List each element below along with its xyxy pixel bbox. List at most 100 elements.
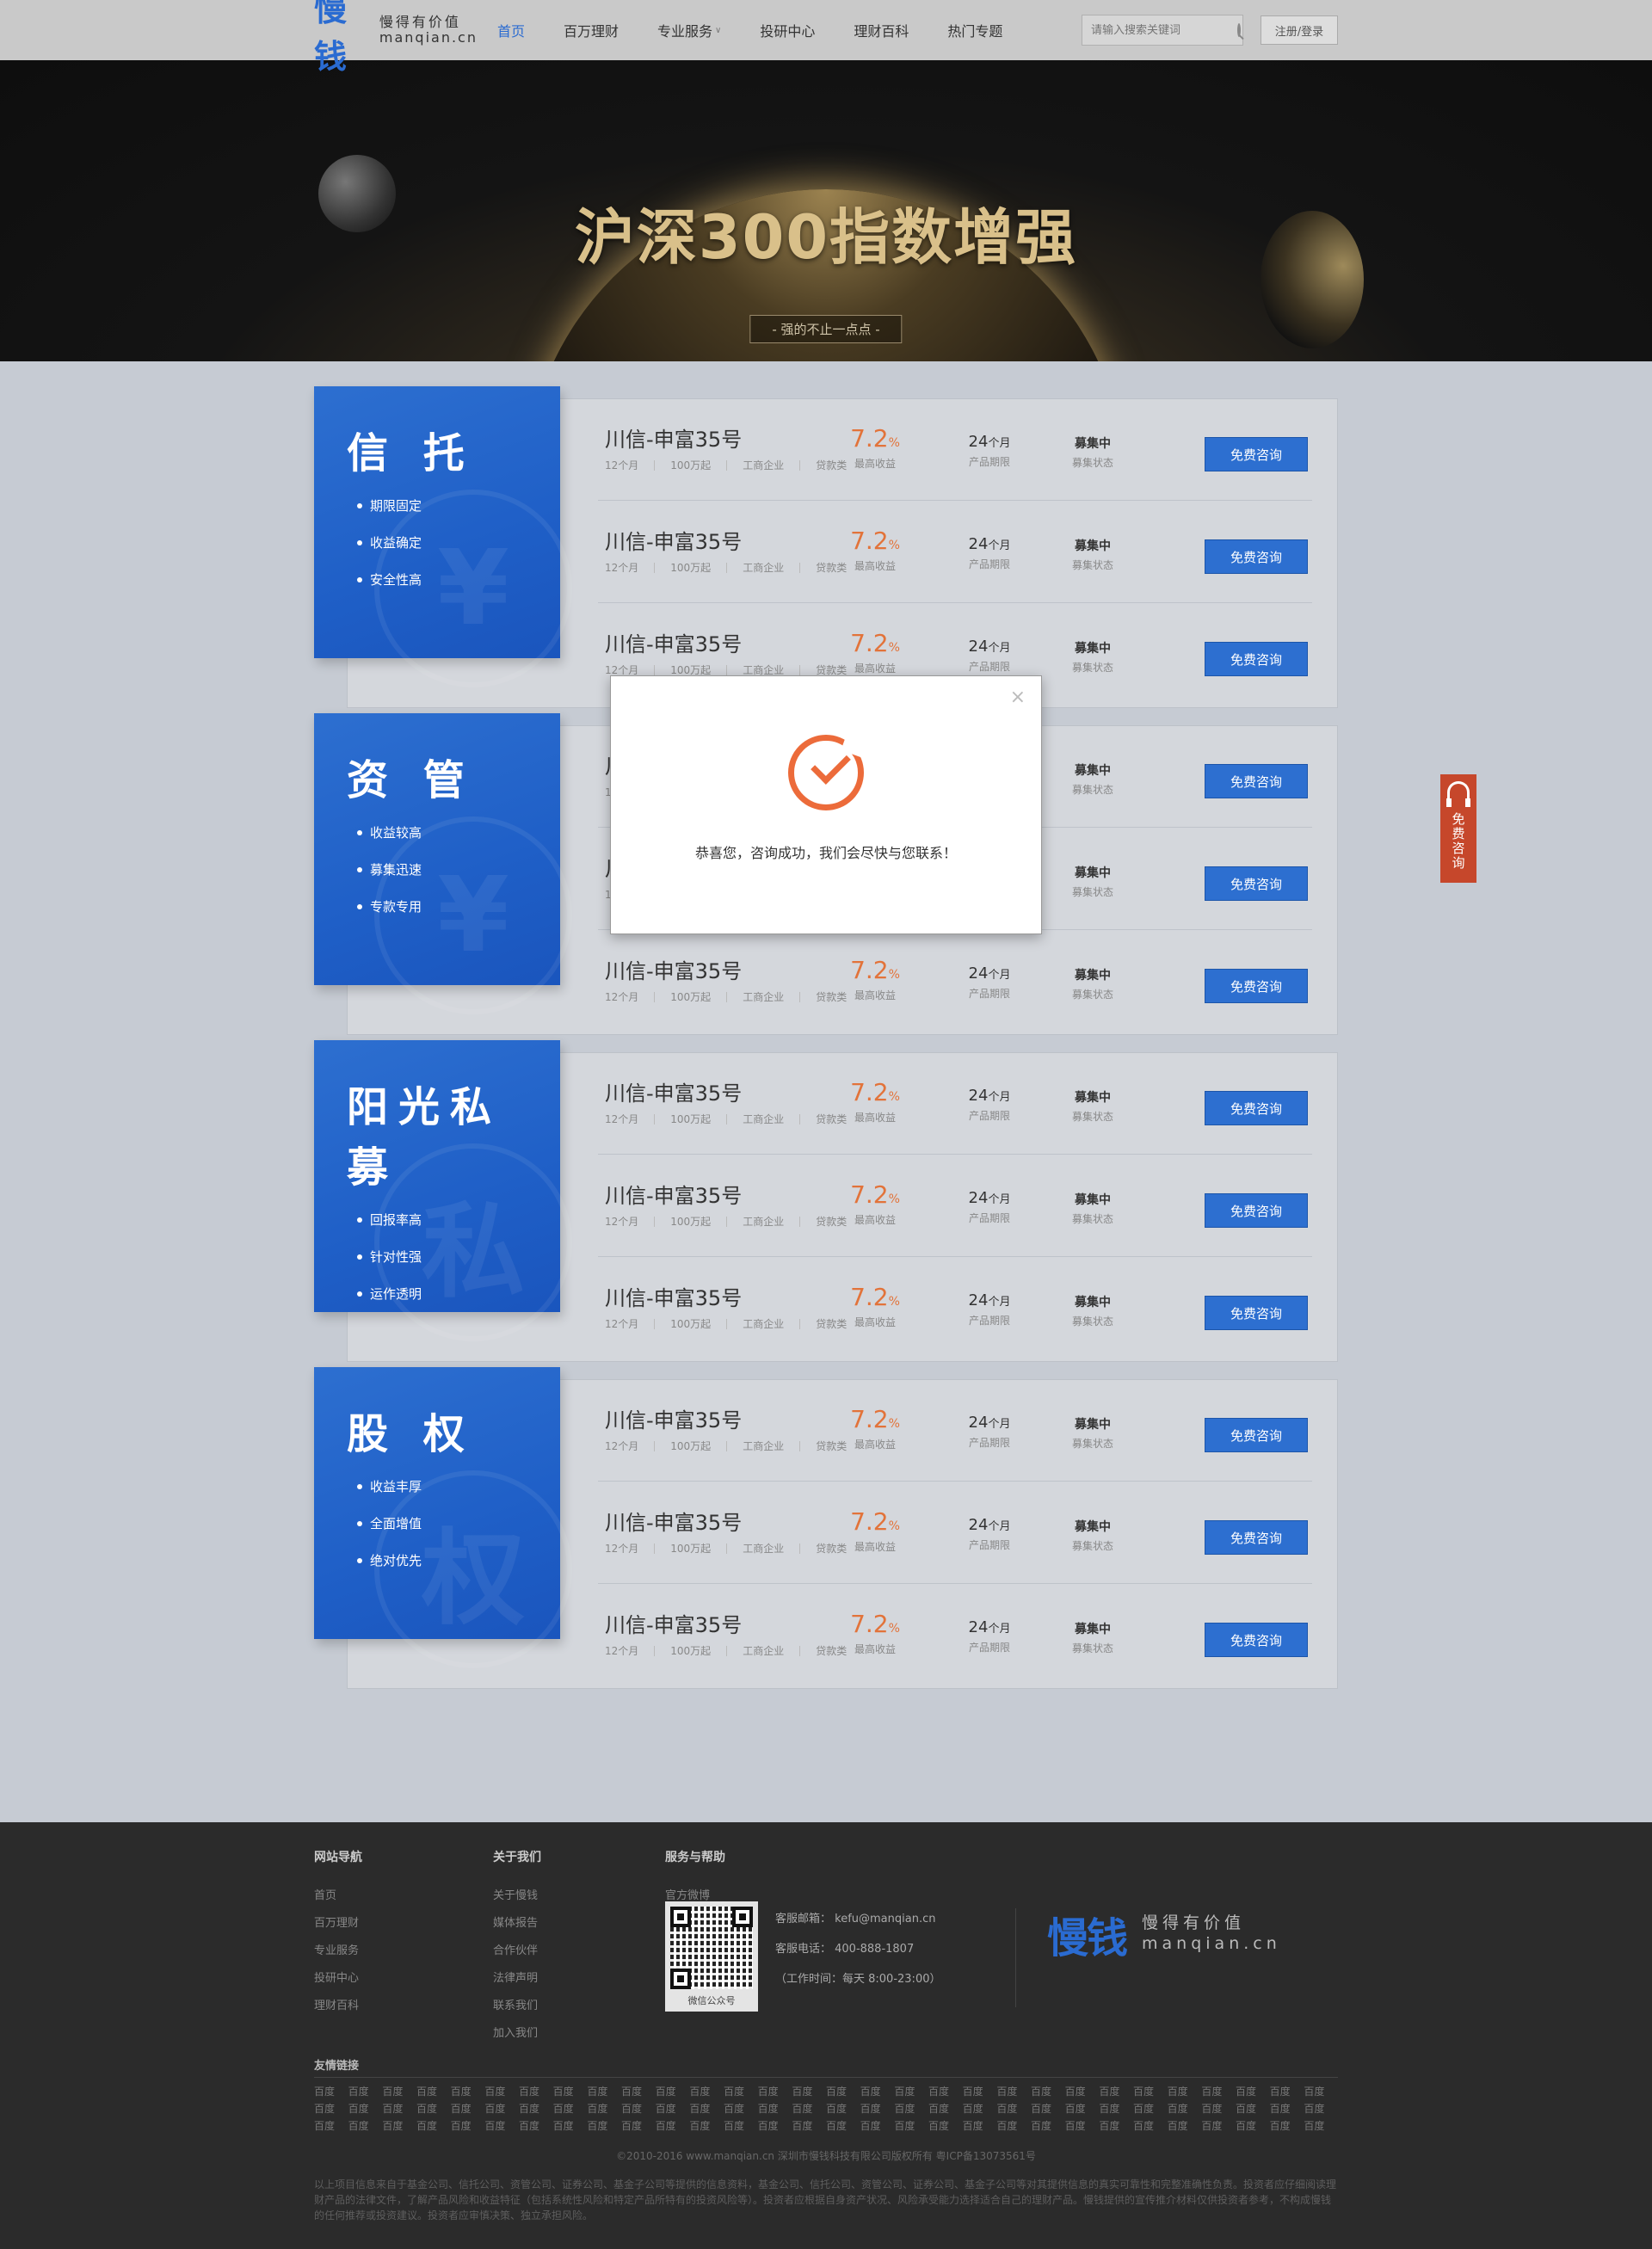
friend-link[interactable]: 百度 [484,2083,519,2100]
site-logo[interactable]: 慢钱 慢得有价值 manqian.cn [314,0,478,77]
free-consult-button[interactable]: 免费咨询 [1205,1418,1308,1452]
footer-link[interactable]: 加入我们 [493,2024,665,2040]
friend-link[interactable]: 百度 [928,2100,963,2117]
friend-link[interactable]: 百度 [416,2117,451,2135]
search-input[interactable] [1091,23,1237,37]
footer-link[interactable]: 百万理财 [314,1913,493,1930]
friend-link[interactable]: 百度 [382,2083,416,2100]
free-consult-float[interactable]: 免费咨询 [1440,774,1476,883]
friend-link[interactable]: 百度 [860,2117,895,2135]
friend-link[interactable]: 百度 [826,2100,860,2117]
friend-link[interactable]: 百度 [689,2083,724,2100]
footer-link[interactable]: 投研中心 [314,1969,493,1985]
friend-link[interactable]: 百度 [1031,2100,1065,2117]
nav-pro-service[interactable]: 专业服务 ∨ [657,20,721,40]
friend-link[interactable]: 百度 [928,2117,963,2135]
friend-link[interactable]: 百度 [963,2100,997,2117]
friend-link[interactable]: 百度 [1168,2100,1202,2117]
free-consult-button[interactable]: 免费咨询 [1205,764,1308,798]
friend-link[interactable]: 百度 [1236,2083,1270,2100]
friend-link[interactable]: 百度 [1201,2117,1236,2135]
friend-link[interactable]: 百度 [689,2100,724,2117]
friend-link[interactable]: 百度 [1031,2117,1065,2135]
category-card[interactable]: 权股 权收益丰厚 全面增值 绝对优先 [314,1367,572,1668]
friend-link[interactable]: 百度 [587,2117,621,2135]
free-consult-button[interactable]: 免费咨询 [1205,1520,1308,1555]
friend-link[interactable]: 百度 [1201,2100,1236,2117]
footer-link[interactable]: 关于慢钱 [493,1886,665,1902]
friend-link[interactable]: 百度 [1065,2100,1100,2117]
product-name[interactable]: 川信-申富35号 [605,627,742,657]
friend-link[interactable]: 百度 [348,2117,383,2135]
friend-link[interactable]: 百度 [1133,2117,1168,2135]
free-consult-button[interactable]: 免费咨询 [1205,866,1308,901]
free-consult-button[interactable]: 免费咨询 [1205,642,1308,676]
product-name[interactable]: 川信-申富35号 [605,954,742,984]
friend-link[interactable]: 百度 [792,2100,826,2117]
friend-link[interactable]: 百度 [451,2117,485,2135]
friend-link[interactable]: 百度 [894,2117,928,2135]
free-consult-button[interactable]: 免费咨询 [1205,437,1308,471]
friend-link[interactable]: 百度 [963,2117,997,2135]
product-name[interactable]: 川信-申富35号 [605,1403,742,1433]
friend-link[interactable]: 百度 [1304,2117,1338,2135]
free-consult-button[interactable]: 免费咨询 [1205,1193,1308,1228]
nav-topics[interactable]: 热门专题 [947,20,1002,40]
close-icon[interactable]: × [1010,687,1026,708]
friend-link[interactable]: 百度 [451,2100,485,2117]
product-name[interactable]: 川信-申富35号 [605,1608,742,1638]
friend-link[interactable]: 百度 [928,2083,963,2100]
friend-link[interactable]: 百度 [758,2100,792,2117]
footer-link[interactable]: 首页 [314,1886,493,1902]
friend-link[interactable]: 百度 [553,2100,588,2117]
friend-link[interactable]: 百度 [1304,2083,1338,2100]
friend-link[interactable]: 百度 [1270,2117,1304,2135]
hero-banner[interactable]: 沪深300指数增强 - 强的不止一点点 - [0,60,1652,361]
product-name[interactable]: 川信-申富35号 [605,1179,742,1209]
product-name[interactable]: 川信-申富35号 [605,1281,742,1311]
friend-link[interactable]: 百度 [519,2083,553,2100]
friend-link[interactable]: 百度 [1065,2083,1100,2100]
weibo-link[interactable]: 官方微博 [665,1886,1018,1902]
friend-link[interactable]: 百度 [724,2100,758,2117]
friend-link[interactable]: 百度 [1099,2083,1133,2100]
friend-link[interactable]: 百度 [792,2083,826,2100]
friend-link[interactable]: 百度 [1270,2083,1304,2100]
friend-link[interactable]: 百度 [860,2100,895,2117]
friend-link[interactable]: 百度 [348,2083,383,2100]
friend-link[interactable]: 百度 [1168,2083,1202,2100]
category-card[interactable]: ¥ 资 管收益较高 募集迅速 专款专用 [314,713,572,1014]
friend-link[interactable]: 百度 [656,2100,690,2117]
free-consult-button[interactable]: 免费咨询 [1205,539,1308,574]
footer-link[interactable]: 法律声明 [493,1969,665,1985]
friend-link[interactable]: 百度 [1133,2100,1168,2117]
product-name[interactable]: 川信-申富35号 [605,1506,742,1536]
nav-million-finance[interactable]: 百万理财 [564,20,619,40]
friend-link[interactable]: 百度 [1236,2100,1270,2117]
friend-link[interactable]: 百度 [826,2117,860,2135]
friend-link[interactable]: 百度 [519,2100,553,2117]
friend-link[interactable]: 百度 [894,2100,928,2117]
friend-link[interactable]: 百度 [792,2117,826,2135]
product-name[interactable]: 川信-申富35号 [605,422,742,453]
friend-link[interactable]: 百度 [860,2083,895,2100]
friend-link[interactable]: 百度 [894,2083,928,2100]
friend-link[interactable]: 百度 [587,2100,621,2117]
friend-link[interactable]: 百度 [621,2083,656,2100]
footer-link[interactable]: 媒体报告 [493,1913,665,1930]
friend-link[interactable]: 百度 [758,2117,792,2135]
friend-link[interactable]: 百度 [656,2083,690,2100]
nav-research[interactable]: 投研中心 [760,20,815,40]
friend-link[interactable]: 百度 [1270,2100,1304,2117]
friend-link[interactable]: 百度 [963,2083,997,2100]
free-consult-button[interactable]: 免费咨询 [1205,1623,1308,1657]
friend-link[interactable]: 百度 [996,2100,1031,2117]
friend-link[interactable]: 百度 [1133,2083,1168,2100]
friend-link[interactable]: 百度 [724,2117,758,2135]
friend-link[interactable]: 百度 [314,2117,348,2135]
friend-link[interactable]: 百度 [724,2083,758,2100]
free-consult-button[interactable]: 免费咨询 [1205,969,1308,1003]
friend-link[interactable]: 百度 [314,2100,348,2117]
friend-link[interactable]: 百度 [826,2083,860,2100]
category-card[interactable]: 私阳光私募 回报率高 针对性强 运作透明 [314,1040,572,1341]
